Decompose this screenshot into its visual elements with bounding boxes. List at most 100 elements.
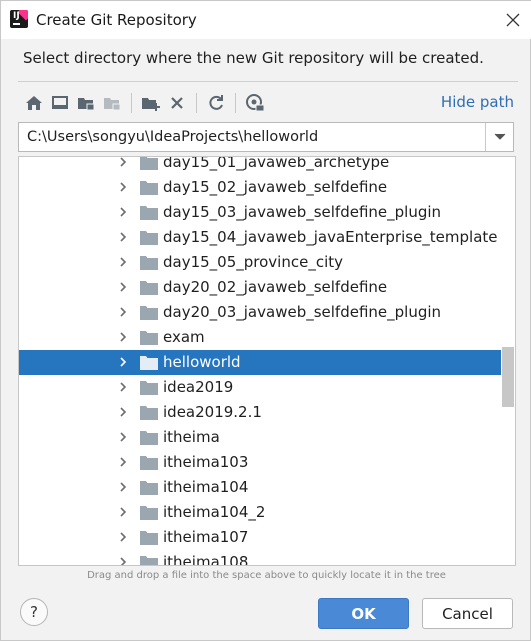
chevron-right-icon[interactable]	[117, 206, 129, 218]
folder-icon	[140, 231, 158, 245]
help-button[interactable]: ?	[20, 598, 48, 626]
folder-icon	[140, 181, 158, 195]
chevron-right-icon[interactable]	[117, 231, 129, 243]
project-folder-icon	[78, 98, 95, 111]
folder-icon	[140, 456, 158, 470]
tree-row[interactable]: idea2019.2.1	[19, 400, 501, 425]
module-folder-button[interactable]	[99, 90, 125, 116]
path-combobox[interactable]	[18, 122, 514, 152]
chevron-right-icon[interactable]	[117, 431, 129, 443]
tree-row[interactable]: itheima107	[19, 525, 501, 550]
folder-icon	[140, 481, 158, 495]
tree-row[interactable]: itheima	[19, 425, 501, 450]
tree-row[interactable]: itheima104_2	[19, 500, 501, 525]
tree-row[interactable]: itheima104	[19, 475, 501, 500]
folder-icon	[140, 331, 158, 345]
vertical-scrollbar[interactable]	[501, 157, 515, 565]
chevron-right-icon[interactable]	[117, 331, 129, 343]
tree-item-label: itheima103	[163, 453, 249, 471]
tree-item-label: itheima104_2	[163, 503, 266, 521]
intellij-idea-icon: IJ	[10, 10, 28, 28]
tree-row[interactable]: day15_04_javaweb_javaEnterprise_template	[19, 225, 501, 250]
tree-item-label: idea2019.2.1	[163, 403, 262, 421]
chevron-right-icon[interactable]	[117, 156, 129, 168]
folder-icon	[140, 306, 158, 320]
tree-row[interactable]: helloworld	[19, 350, 501, 375]
path-input[interactable]	[20, 124, 485, 150]
file-chooser-toolbar	[21, 89, 268, 117]
desktop-button[interactable]	[47, 90, 73, 116]
tree-row[interactable]: day20_02_javaweb_selfdefine	[19, 275, 501, 300]
tree-item-label: itheima108	[163, 553, 249, 566]
hide-path-link[interactable]: Hide path	[441, 93, 514, 111]
chevron-right-icon[interactable]	[117, 381, 129, 393]
chevron-right-icon[interactable]	[117, 356, 129, 368]
refresh-icon	[209, 95, 223, 110]
path-dropdown-button[interactable]	[485, 123, 513, 151]
chevron-right-icon[interactable]	[117, 406, 129, 418]
tree-row[interactable]: day15_02_javaweb_selfdefine	[19, 175, 501, 200]
chevron-right-icon[interactable]	[117, 281, 129, 293]
folder-icon	[140, 406, 158, 420]
delete-icon	[171, 97, 183, 109]
divider	[18, 81, 518, 82]
folder-icon	[140, 431, 158, 445]
show-hidden-icon	[246, 94, 265, 112]
toolbar-separator	[131, 93, 132, 113]
tree-item-label: day20_03_javaweb_selfdefine_plugin	[163, 303, 442, 321]
chevron-right-icon[interactable]	[117, 181, 129, 193]
chevron-right-icon[interactable]	[117, 306, 129, 318]
chevron-right-icon[interactable]	[117, 556, 129, 566]
close-button[interactable]	[500, 7, 526, 33]
tree-item-label: day15_01_javaweb_archetype	[163, 156, 390, 171]
tree-row[interactable]: day15_01_javaweb_archetype	[19, 156, 501, 175]
module-folder-icon	[104, 98, 121, 111]
tree-item-label: day15_04_javaweb_javaEnterprise_template	[163, 228, 498, 246]
chevron-right-icon[interactable]	[117, 456, 129, 468]
tree-row[interactable]: day15_05_province_city	[19, 250, 501, 275]
folder-icon	[140, 356, 158, 370]
tree-item-label: helloworld	[163, 353, 241, 371]
ok-button[interactable]: OK	[318, 598, 409, 629]
new-folder-button[interactable]	[138, 90, 164, 116]
tree-row[interactable]: itheima108	[19, 550, 501, 566]
folder-icon	[140, 506, 158, 520]
tree-item-label: day15_05_province_city	[163, 253, 343, 271]
chevron-right-icon[interactable]	[117, 531, 129, 543]
folder-icon	[140, 256, 158, 270]
toolbar-separator	[196, 93, 197, 113]
tree-row[interactable]: exam	[19, 325, 501, 350]
project-folder-button[interactable]	[73, 90, 99, 116]
refresh-button[interactable]	[203, 90, 229, 116]
home-icon	[26, 96, 42, 110]
tree-item-label: idea2019	[163, 378, 234, 396]
new-folder-icon	[142, 98, 160, 111]
folder-icon	[140, 281, 158, 295]
desktop-icon	[52, 96, 68, 109]
home-button[interactable]	[21, 90, 47, 116]
tree-item-label: itheima104	[163, 478, 249, 496]
create-git-repository-dialog: IJ Create Git Repository Select director…	[0, 0, 531, 641]
tree-row[interactable]: idea2019	[19, 375, 501, 400]
chevron-right-icon[interactable]	[117, 256, 129, 268]
chevron-right-icon[interactable]	[117, 506, 129, 518]
instruction-text: Select directory where the new Git repos…	[23, 49, 484, 67]
tree-row[interactable]: day15_03_javaweb_selfdefine_plugin	[19, 200, 501, 225]
cancel-button[interactable]: Cancel	[422, 598, 513, 629]
window-title: Create Git Repository	[36, 11, 197, 29]
tree-item-label: exam	[163, 328, 205, 346]
folder-icon	[140, 206, 158, 220]
title-bar: IJ Create Git Repository	[1, 1, 531, 39]
folder-icon	[140, 381, 158, 395]
show-hidden-button[interactable]	[242, 90, 268, 116]
directory-tree[interactable]: day15_01_javaweb_archetype day15_02_javaw…	[18, 156, 516, 566]
close-icon	[506, 13, 520, 27]
tree-item-label: day15_03_javaweb_selfdefine_plugin	[163, 203, 442, 221]
scrollbar-thumb[interactable]	[502, 347, 514, 407]
tree-row[interactable]: day20_03_javaweb_selfdefine_plugin	[19, 300, 501, 325]
chevron-right-icon[interactable]	[117, 481, 129, 493]
tree-item-label: day20_02_javaweb_selfdefine	[163, 278, 388, 296]
folder-icon	[140, 556, 158, 565]
delete-button[interactable]	[164, 90, 190, 116]
tree-row[interactable]: itheima103	[19, 450, 501, 475]
